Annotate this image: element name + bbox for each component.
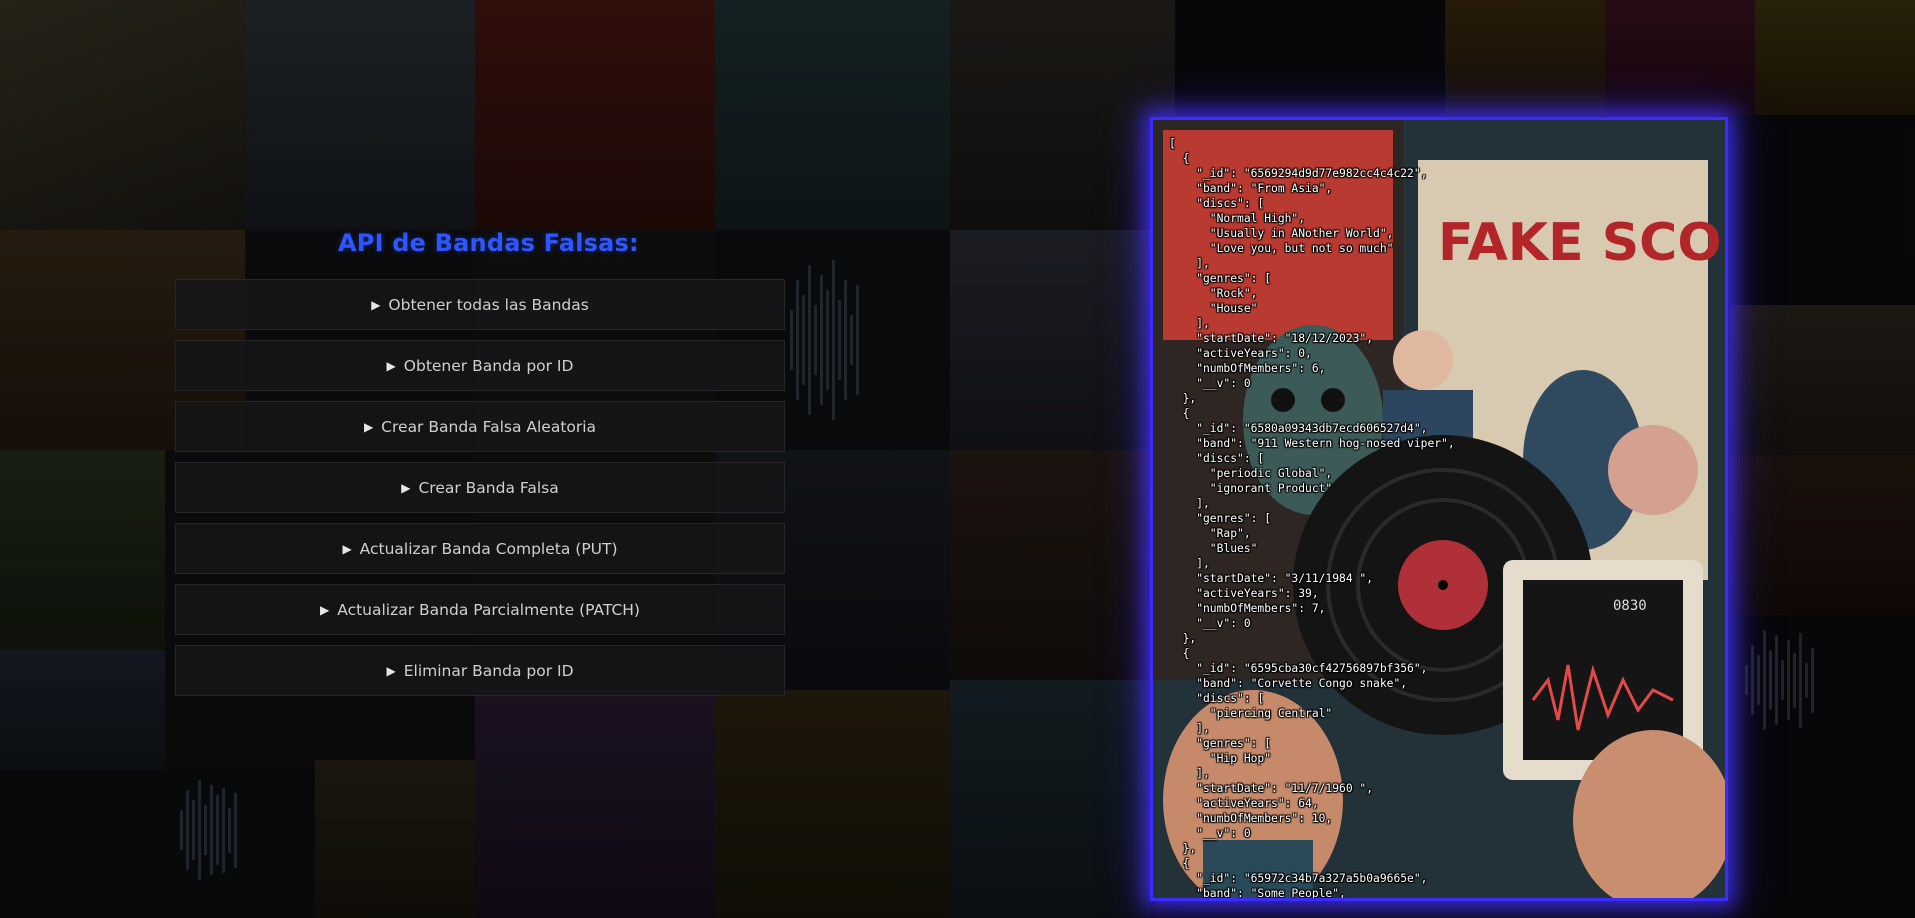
disclosure-triangle-icon: ▶ [401, 480, 411, 495]
create-random-band-toggle[interactable]: ▶ Crear Banda Falsa Aleatoria [175, 401, 785, 452]
get-all-bands-toggle[interactable]: ▶ Obtener todas las Bandas [175, 279, 785, 330]
menu-item-label: Actualizar Banda Completa (PUT) [359, 539, 618, 558]
menu-item-label: Actualizar Banda Parcialmente (PATCH) [337, 600, 640, 619]
update-band-patch-toggle[interactable]: ▶ Actualizar Banda Parcialmente (PATCH) [175, 584, 785, 635]
menu-item-label: Eliminar Banda por ID [403, 661, 574, 680]
disclosure-triangle-icon: ▶ [386, 358, 396, 373]
json-response-text: [ { "_id": "6569294d9d77e982cc4c4c22", "… [1169, 137, 1455, 900]
menu-item-label: Crear Banda Falsa Aleatoria [381, 417, 597, 436]
disclosure-triangle-icon: ▶ [371, 297, 381, 312]
menu-item-label: Crear Banda Falsa [418, 478, 559, 497]
svg-text:FAKE SCONS: FAKE SCONS [1438, 213, 1728, 273]
update-band-put-toggle[interactable]: ▶ Actualizar Banda Completa (PUT) [175, 523, 785, 574]
disclosure-triangle-icon: ▶ [386, 663, 396, 678]
endpoint-menu: ▶ Obtener todas las Bandas ▶ Obtener Ban… [175, 279, 785, 706]
json-response-panel[interactable]: FAKE SCONS 0830 [ { "_id": "6569294d9d77… [1150, 117, 1728, 901]
create-band-toggle[interactable]: ▶ Crear Banda Falsa [175, 462, 785, 513]
get-band-by-id-toggle[interactable]: ▶ Obtener Banda por ID [175, 340, 785, 391]
disclosure-triangle-icon: ▶ [363, 419, 374, 434]
disclosure-triangle-icon: ▶ [342, 541, 352, 556]
disclosure-triangle-icon: ▶ [320, 602, 330, 617]
delete-band-toggle[interactable]: ▶ Eliminar Banda por ID [175, 645, 785, 696]
svg-text:0830: 0830 [1613, 598, 1647, 614]
page-title: API de Bandas Falsas: [338, 229, 639, 257]
menu-item-label: Obtener Banda por ID [403, 356, 574, 375]
menu-item-label: Obtener todas las Bandas [388, 295, 589, 314]
